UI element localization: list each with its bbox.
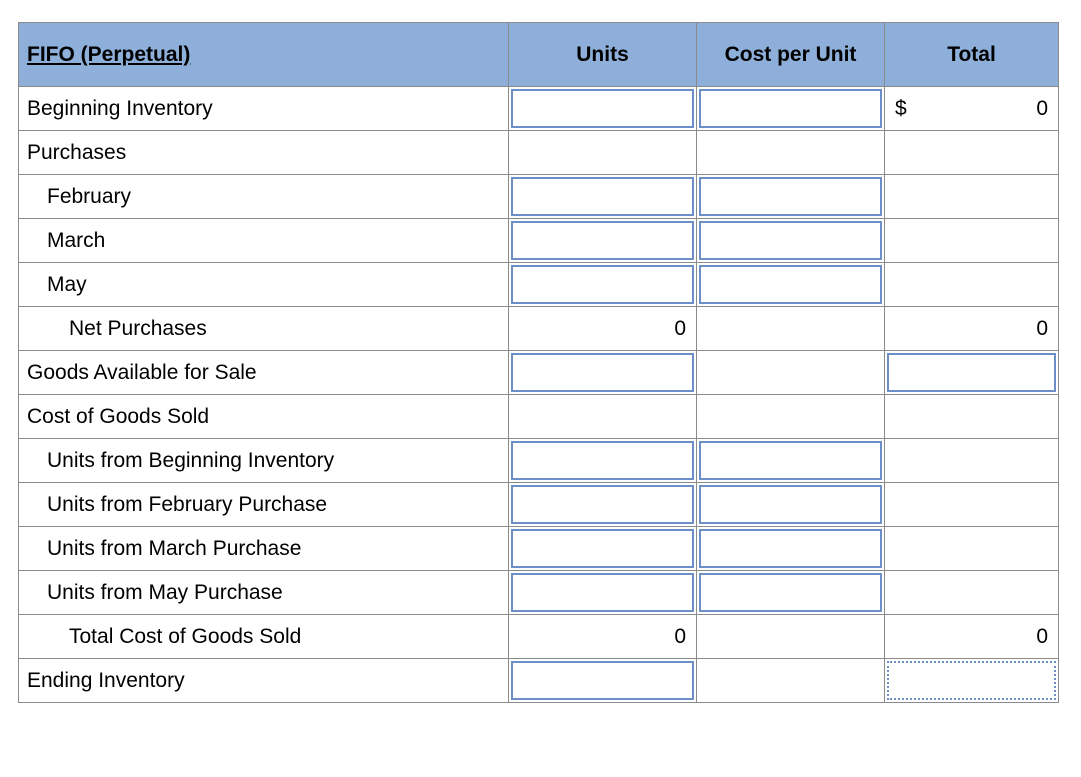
input-gafs-units[interactable] (511, 353, 694, 392)
input-units-bi-units[interactable] (511, 441, 694, 480)
input-units-mar-units[interactable] (511, 529, 694, 568)
row-net-purchases: Net Purchases 0 0 (19, 307, 1059, 351)
label-ending-inventory: Ending Inventory (19, 659, 509, 703)
label-february: February (19, 175, 509, 219)
row-total-cogs: Total Cost of Goods Sold 0 0 (19, 615, 1059, 659)
row-cogs-header: Cost of Goods Sold (19, 395, 1059, 439)
col-header-cost-per-unit: Cost per Unit (697, 23, 885, 87)
label-march: March (19, 219, 509, 263)
input-may-cpu[interactable] (699, 265, 882, 304)
input-units-feb-units[interactable] (511, 485, 694, 524)
row-units-from-mar: Units from March Purchase (19, 527, 1059, 571)
label-net-purchases: Net Purchases (19, 307, 509, 351)
input-units-feb-cpu[interactable] (699, 485, 882, 524)
label-cogs: Cost of Goods Sold (19, 395, 509, 439)
fifo-perpetual-table: FIFO (Perpetual) Units Cost per Unit Tot… (18, 22, 1059, 703)
label-beginning-inventory: Beginning Inventory (19, 87, 509, 131)
col-header-total: Total (885, 23, 1059, 87)
row-may: May (19, 263, 1059, 307)
label-units-feb: Units from February Purchase (19, 483, 509, 527)
input-february-cpu[interactable] (699, 177, 882, 216)
row-units-from-may: Units from May Purchase (19, 571, 1059, 615)
calc-total-cogs-total: 0 (885, 615, 1059, 659)
label-total-cogs: Total Cost of Goods Sold (19, 615, 509, 659)
label-may: May (19, 263, 509, 307)
calc-net-purchases-total: 0 (885, 307, 1059, 351)
input-units-may-cpu[interactable] (699, 573, 882, 612)
label-units-bi: Units from Beginning Inventory (19, 439, 509, 483)
row-ending-inventory: Ending Inventory (19, 659, 1059, 703)
input-beginning-inventory-cpu[interactable] (699, 89, 882, 128)
input-units-mar-cpu[interactable] (699, 529, 882, 568)
label-units-mar: Units from March Purchase (19, 527, 509, 571)
input-beginning-inventory-units[interactable] (511, 89, 694, 128)
input-february-units[interactable] (511, 177, 694, 216)
calc-net-purchases-units: 0 (509, 307, 697, 351)
row-purchases-header: Purchases (19, 131, 1059, 175)
col-header-units: Units (509, 23, 697, 87)
input-march-units[interactable] (511, 221, 694, 260)
input-units-bi-cpu[interactable] (699, 441, 882, 480)
input-gafs-total[interactable] (887, 353, 1056, 392)
row-goods-available-for-sale: Goods Available for Sale (19, 351, 1059, 395)
input-ending-inventory-total[interactable] (887, 661, 1056, 700)
label-purchases: Purchases (19, 131, 509, 175)
table-title: FIFO (Perpetual) (19, 23, 509, 87)
input-march-cpu[interactable] (699, 221, 882, 260)
input-ending-inventory-units[interactable] (511, 661, 694, 700)
row-units-from-feb: Units from February Purchase (19, 483, 1059, 527)
row-february: February (19, 175, 1059, 219)
row-beginning-inventory: Beginning Inventory $ 0 (19, 87, 1059, 131)
calc-total-cogs-units: 0 (509, 615, 697, 659)
label-units-may: Units from May Purchase (19, 571, 509, 615)
row-march: March (19, 219, 1059, 263)
row-units-from-bi: Units from Beginning Inventory (19, 439, 1059, 483)
input-units-may-units[interactable] (511, 573, 694, 612)
calc-beginning-inventory-total: $ 0 (885, 87, 1059, 131)
input-may-units[interactable] (511, 265, 694, 304)
label-gafs: Goods Available for Sale (19, 351, 509, 395)
